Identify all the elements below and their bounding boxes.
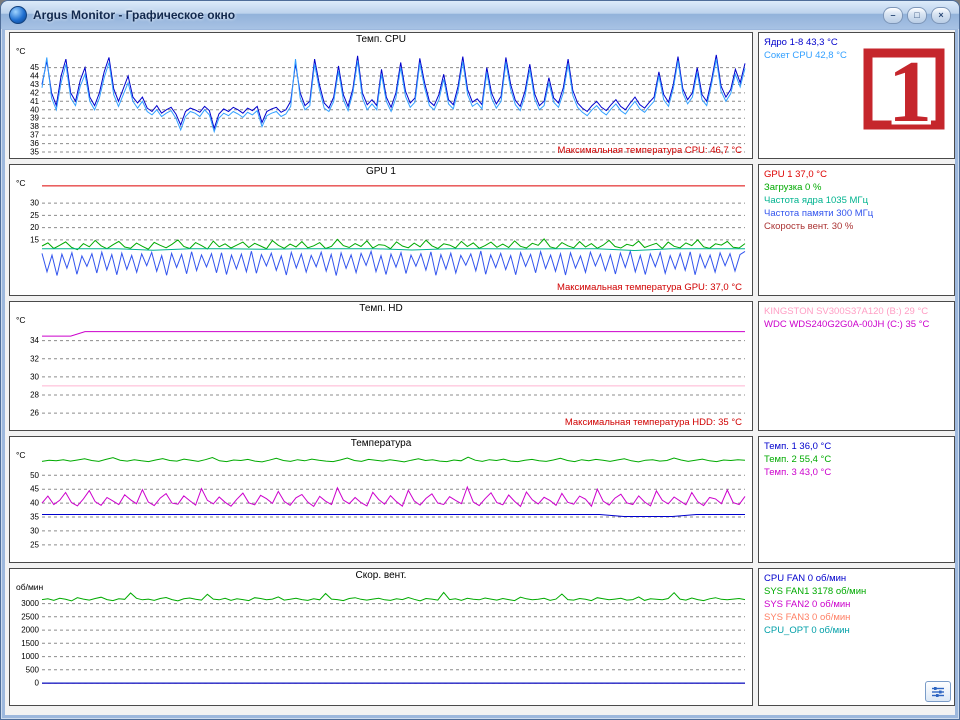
gpu-chart: 30 25 20 15 (12, 178, 750, 293)
legend-item: KINGSTON SV300S37A120 (B:) 29 °C (764, 306, 929, 317)
svg-text:45: 45 (30, 485, 39, 494)
chart-panel-hdd: Темп. HD °C 34 32 30 28 26 Максимальная темп… (9, 301, 753, 431)
max-temp-label: Максимальная температура HDD: 35 °C (564, 417, 742, 428)
legend-panel-fan: CPU FAN 0 об/мин SYS FAN1 3178 об/мин SYS … (758, 568, 955, 706)
legend-item: GPU 1 37,0 °C (764, 169, 827, 180)
legend-list-cpu: Ядро 1-8 43,3 °C Сокет CPU 42,8 °C (764, 36, 949, 62)
legend-item: CPU_OPT 0 об/мин (764, 625, 850, 636)
client-area: Темп. CPU °C 45 44 43 42 41 40 39 38 37 36 35 Макс… (5, 30, 955, 715)
chart-title: Темп. HD (359, 303, 403, 314)
svg-text:40: 40 (30, 499, 39, 508)
legend-list-fan: CPU FAN 0 об/мин SYS FAN1 3178 об/мин SYS … (764, 572, 949, 637)
legend-panel-hdd: KINGSTON SV300S37A120 (B:) 29 °C WDC WDS2… (758, 301, 955, 431)
legend-panel-gpu: GPU 1 37,0 °C Загрузка 0 % Частота ядра 10… (758, 164, 955, 296)
legend-item: Сокет CPU 42,8 °C (764, 50, 847, 61)
chart-title: Температура (350, 438, 412, 449)
chart-panel-temperature: Температура °C 50 45 40 35 30 25 (9, 436, 753, 563)
svg-text:28: 28 (30, 391, 39, 400)
legend-item: Темп. 2 55,4 °C (764, 454, 832, 465)
chart-title: Скор. вент. (355, 570, 407, 581)
y-axis-unit: °C (16, 450, 26, 460)
svg-text:0: 0 (35, 679, 40, 688)
svg-text:50: 50 (30, 471, 39, 480)
svg-text:1500: 1500 (21, 639, 39, 648)
svg-text:15: 15 (30, 235, 39, 244)
app-window: Argus Monitor - Графическое окно – □ × Т… (0, 0, 960, 720)
y-axis-unit: °C (16, 178, 26, 188)
svg-text:35: 35 (30, 148, 39, 157)
close-button[interactable]: × (931, 6, 951, 24)
svg-text:2000: 2000 (21, 626, 39, 635)
y-axis-unit: °C (16, 315, 26, 325)
svg-text:30: 30 (30, 372, 39, 381)
svg-text:30: 30 (30, 526, 39, 535)
hdd-temp-chart: 34 32 30 28 26 (12, 315, 750, 428)
minimize-button[interactable]: – (883, 6, 903, 24)
svg-text:2500: 2500 (21, 612, 39, 621)
legend-item: Ядро 1-8 43,3 °C (764, 37, 838, 48)
legend-item: WDC WDS240G2G0A-00JH (C:) 35 °C (764, 319, 930, 330)
legend-item: CPU FAN 0 об/мин (764, 573, 847, 584)
svg-text:26: 26 (30, 409, 39, 418)
svg-text:1000: 1000 (21, 652, 39, 661)
svg-text:25: 25 (30, 211, 39, 220)
app-icon[interactable] (9, 6, 27, 24)
svg-text:35: 35 (30, 513, 39, 522)
legend-item: SYS FAN1 3178 об/мин (764, 586, 867, 597)
legend-list-temperature: Темп. 1 36,0 °C Темп. 2 55,4 °C Темп. 3 43… (764, 440, 949, 479)
title-bar[interactable]: Argus Monitor - Графическое окно – □ × (1, 1, 959, 29)
graph-settings-button[interactable] (925, 681, 951, 702)
svg-text:20: 20 (30, 223, 39, 232)
legend-item: SYS FAN3 0 об/мин (764, 612, 851, 623)
svg-text:500: 500 (26, 665, 40, 674)
legend-list-hdd: KINGSTON SV300S37A120 (B:) 29 °C WDC WDS2… (764, 305, 949, 331)
svg-text:3000: 3000 (21, 599, 39, 608)
legend-item: Темп. 3 43,0 °C (764, 467, 832, 478)
legend-item: Скорость вент. 30 % (764, 221, 854, 232)
cpu-temp-chart: 45 44 43 42 41 40 39 38 37 36 35 (12, 46, 750, 156)
max-temp-label: Максимальная температура CPU: 46,7 °C (557, 145, 742, 156)
chart-title: Темп. CPU (355, 34, 407, 45)
legend-item: SYS FAN2 0 об/мин (764, 599, 851, 610)
y-axis-unit: об/мин (16, 582, 44, 592)
chart-title: GPU 1 (365, 166, 396, 177)
svg-text:32: 32 (30, 354, 39, 363)
y-axis-unit: °C (16, 46, 26, 56)
max-temp-label: Максимальная температура GPU: 37,0 °C (556, 282, 742, 293)
svg-text:25: 25 (30, 540, 39, 549)
legend-panel-temperature: Темп. 1 36,0 °C Темп. 2 55,4 °C Темп. 3 43… (758, 436, 955, 563)
legend-list-gpu: GPU 1 37,0 °C Загрузка 0 % Частота ядра 10… (764, 168, 949, 233)
temperature-chart: 50 45 40 35 30 25 (12, 450, 750, 560)
legend-item: Частота памяти 300 МГц (764, 208, 874, 219)
legend-panel-cpu: 1 Ядро 1-8 43,3 °C Сокет CPU 42,8 °C (758, 32, 955, 159)
fan-speed-chart: 3000 2500 2000 1500 1000 500 0 (12, 582, 750, 703)
maximize-button[interactable]: □ (907, 6, 927, 24)
sliders-icon (932, 686, 944, 697)
chart-panel-gpu: GPU 1 °C 30 25 20 15 Максимальная температу… (9, 164, 753, 296)
chart-panel-cpu: Темп. CPU °C 45 44 43 42 41 40 39 38 37 36 35 Макс… (9, 32, 753, 159)
legend-item: Загрузка 0 % (764, 182, 822, 193)
window-title: Argus Monitor - Графическое окно (33, 8, 236, 22)
svg-text:30: 30 (30, 199, 39, 208)
caption-buttons: – □ × (883, 6, 951, 24)
legend-item: Темп. 1 36,0 °C (764, 441, 832, 452)
svg-text:34: 34 (30, 336, 39, 345)
legend-item: Частота ядра 1035 МГц (764, 195, 869, 206)
chart-panel-fan: Скор. вент. об/мин 3000 2500 2000 1500 1000 5… (9, 568, 753, 706)
